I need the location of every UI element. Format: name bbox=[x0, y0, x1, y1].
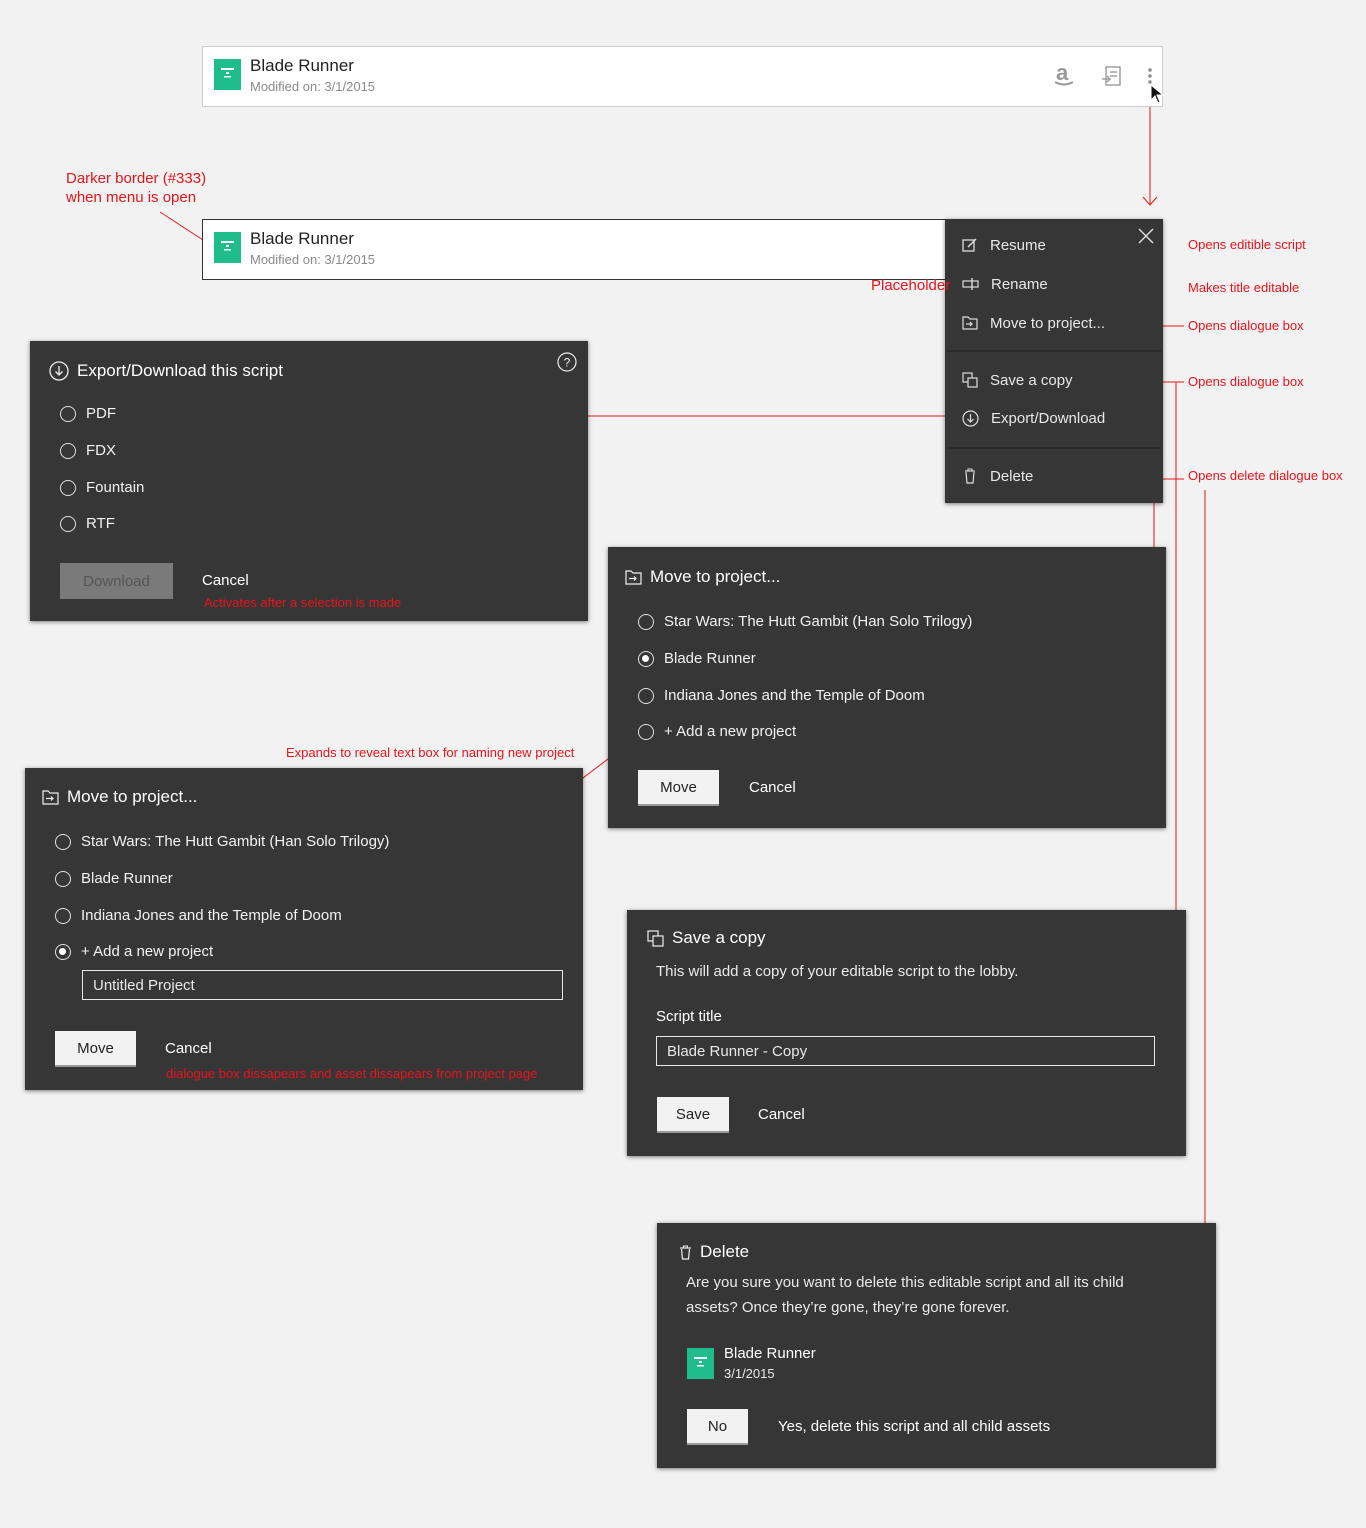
radio-add-new-project[interactable]: + Add a new project bbox=[55, 943, 213, 960]
radio-rtf[interactable]: RTF bbox=[60, 515, 115, 532]
menu-item-label: Save a copy bbox=[990, 371, 1073, 389]
dialog-title: Delete bbox=[679, 1242, 749, 1262]
cancel-button[interactable]: Cancel bbox=[202, 572, 249, 589]
delete-dialog: Delete Are you sure you want to delete t… bbox=[657, 1223, 1216, 1468]
dialog-title: Save a copy bbox=[647, 928, 766, 948]
cancel-button[interactable]: Cancel bbox=[758, 1106, 805, 1123]
border-note: Darker border (#333) when menu is open bbox=[66, 170, 207, 206]
copy-icon bbox=[962, 372, 978, 388]
script-card-open[interactable]: Blade Runner Modified on: 3/1/2015 bbox=[202, 219, 962, 280]
move-dialog-expanded: Move to project... Star Wars: The Hutt G… bbox=[25, 768, 583, 1090]
dialog-title: Move to project... bbox=[42, 787, 197, 807]
confirm-delete-button[interactable]: Yes, delete this script and all child as… bbox=[778, 1418, 1050, 1435]
new-project-input[interactable]: Untitled Project bbox=[82, 970, 563, 1000]
radio-project-indiana-jones[interactable]: Indiana Jones and the Temple of Doom bbox=[638, 687, 925, 704]
card-title: Blade Runner bbox=[250, 229, 354, 248]
no-button[interactable]: No bbox=[687, 1409, 748, 1445]
card-subtitle: Modified on: 3/1/2015 bbox=[250, 79, 376, 94]
dialog-title: Export/Download this script bbox=[49, 361, 283, 381]
rename-note: Makes title editable bbox=[1188, 280, 1300, 295]
script-icon bbox=[214, 59, 241, 90]
radio-project-blade-runner[interactable]: Blade Runner bbox=[638, 650, 756, 667]
script-title-input[interactable]: Blade Runner - Copy bbox=[656, 1036, 1155, 1066]
dialog-description: This will add a copy of your editable sc… bbox=[656, 963, 1019, 980]
placeholder-note: Placeholder bbox=[871, 277, 951, 294]
trash-icon bbox=[680, 1245, 691, 1260]
download-note: Activates after a selection is made bbox=[204, 595, 402, 610]
radio-project-star-wars[interactable]: Star Wars: The Hutt Gambit (Han Solo Tri… bbox=[638, 613, 972, 630]
cancel-button[interactable]: Cancel bbox=[749, 779, 796, 796]
menu-item-move[interactable]: Move to project... bbox=[945, 304, 1163, 342]
menu-item-save-copy[interactable]: Save a copy bbox=[945, 361, 1163, 399]
move-button[interactable]: Move bbox=[55, 1031, 136, 1067]
radio-project-indiana-jones[interactable]: Indiana Jones and the Temple of Doom bbox=[55, 907, 342, 924]
dialog-title: Move to project... bbox=[625, 567, 780, 587]
menu-item-label: Move to project... bbox=[990, 314, 1106, 332]
move-icon bbox=[962, 316, 978, 330]
edit-icon bbox=[962, 238, 977, 252]
trash-icon bbox=[965, 468, 975, 484]
amazon-icon[interactable]: a bbox=[1053, 60, 1075, 87]
copy-note: Opens dialogue box bbox=[1188, 374, 1304, 389]
export-icon[interactable] bbox=[1101, 65, 1123, 89]
cursor-icon bbox=[1150, 83, 1166, 109]
dialog-description: Are you sure you want to delete this edi… bbox=[686, 1274, 1124, 1316]
menu-item-label: Rename bbox=[991, 275, 1048, 293]
download-icon bbox=[49, 361, 69, 381]
asset-date: 3/1/2015 bbox=[724, 1366, 775, 1381]
radio-fountain[interactable]: Fountain bbox=[60, 479, 144, 496]
menu-divider bbox=[947, 350, 1161, 352]
cancel-button[interactable]: Cancel bbox=[165, 1040, 212, 1057]
move-button[interactable]: Move bbox=[638, 770, 719, 806]
move-icon bbox=[42, 789, 59, 805]
script-icon bbox=[214, 232, 241, 263]
svg-text:?: ? bbox=[564, 356, 571, 370]
save-button[interactable]: Save bbox=[657, 1097, 729, 1133]
move-note: Opens dialogue box bbox=[1188, 318, 1304, 333]
move-dialog: Move to project... Star Wars: The Hutt G… bbox=[608, 547, 1166, 828]
svg-text:a: a bbox=[1056, 61, 1069, 85]
save-copy-dialog: Save a copy This will add a copy of your… bbox=[627, 910, 1186, 1156]
delete-note: Opens delete dialogue box bbox=[1188, 468, 1343, 483]
copy-icon bbox=[647, 929, 664, 947]
script-title-label: Script title bbox=[656, 1008, 722, 1025]
expand-note: Expands to reveal text box for naming ne… bbox=[286, 745, 575, 760]
download-icon bbox=[962, 409, 979, 427]
help-icon[interactable]: ? bbox=[557, 352, 577, 372]
radio-fdx[interactable]: FDX bbox=[60, 442, 116, 459]
download-button[interactable]: Download bbox=[60, 563, 173, 599]
menu-item-delete[interactable]: Delete bbox=[945, 457, 1163, 495]
menu-item-resume[interactable]: Resume bbox=[945, 226, 1163, 264]
card-subtitle: Modified on: 3/1/2015 bbox=[250, 252, 376, 267]
resume-note: Opens editible script bbox=[1188, 237, 1306, 252]
move-result-note: dialogue box dissapears and asset dissap… bbox=[166, 1066, 538, 1081]
move-icon bbox=[625, 569, 642, 585]
menu-item-rename[interactable]: Rename bbox=[945, 265, 1163, 303]
radio-project-blade-runner[interactable]: Blade Runner bbox=[55, 870, 173, 887]
radio-project-star-wars[interactable]: Star Wars: The Hutt Gambit (Han Solo Tri… bbox=[55, 833, 389, 850]
context-menu: Resume Rename Move to project... Save a … bbox=[945, 219, 1163, 503]
menu-item-export[interactable]: Export/Download bbox=[945, 399, 1163, 437]
export-dialog: Export/Download this script ? PDF FDX Fo… bbox=[30, 341, 588, 621]
script-card[interactable]: Blade Runner Modified on: 3/1/2015 a bbox=[202, 46, 1163, 107]
menu-item-label: Delete bbox=[990, 467, 1034, 485]
card-title: Blade Runner bbox=[250, 56, 354, 75]
menu-divider bbox=[947, 447, 1161, 449]
rename-icon bbox=[962, 278, 979, 290]
menu-item-label: Export/Download bbox=[991, 409, 1106, 427]
menu-item-label: Resume bbox=[990, 236, 1046, 254]
radio-pdf[interactable]: PDF bbox=[60, 405, 116, 422]
script-icon bbox=[687, 1348, 714, 1379]
radio-add-new-project[interactable]: + Add a new project bbox=[638, 723, 796, 740]
